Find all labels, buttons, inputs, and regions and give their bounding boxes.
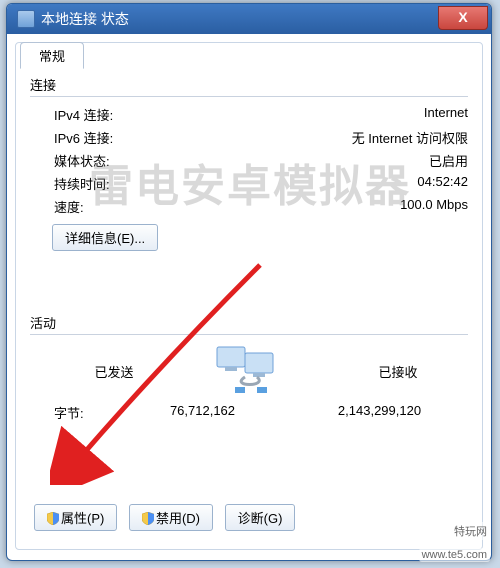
tab-content: 连接 IPv4 连接: Internet IPv6 连接: 无 Internet… bbox=[24, 69, 474, 541]
activity-header: 已发送 已接收 bbox=[30, 341, 468, 401]
media-label: 媒体状态: bbox=[54, 151, 110, 170]
close-button[interactable]: X bbox=[438, 6, 488, 30]
diagnose-button[interactable]: 诊断(G) bbox=[225, 504, 296, 531]
recv-label: 已接收 bbox=[328, 362, 468, 381]
connection-icon bbox=[17, 10, 35, 28]
ipv4-row: IPv4 连接: Internet bbox=[30, 103, 468, 126]
speed-row: 速度: 100.0 Mbps bbox=[30, 195, 468, 218]
sent-label: 已发送 bbox=[54, 362, 174, 381]
window-body: 常规 连接 IPv4 连接: Internet IPv6 连接: 无 Inter… bbox=[15, 42, 483, 550]
corner-wm-1: 特玩网 bbox=[454, 526, 487, 538]
bytes-label: 字节: bbox=[54, 403, 114, 422]
action-buttons: 属性(P) 禁用(D) 诊断(G) bbox=[30, 498, 299, 531]
corner-wm-2: www.te5.com bbox=[422, 549, 487, 561]
connection-group: 连接 IPv4 连接: Internet IPv6 连接: 无 Internet… bbox=[24, 75, 474, 265]
shield-icon bbox=[142, 512, 154, 525]
shield-icon bbox=[47, 512, 59, 525]
activity-group: 活动 已发送 bbox=[24, 313, 474, 438]
ipv4-label: IPv4 连接: bbox=[54, 105, 113, 124]
properties-label: 属性(P) bbox=[61, 511, 104, 526]
corner-watermark: 特玩网 bbox=[451, 522, 490, 540]
status-dialog: 本地连接 状态 X 常规 连接 IPv4 连接: Internet IPv6 连… bbox=[6, 3, 492, 561]
tab-general[interactable]: 常规 bbox=[20, 42, 84, 69]
duration-value: 04:52:42 bbox=[417, 174, 468, 193]
ipv6-value: 无 Internet 访问权限 bbox=[352, 128, 468, 147]
bytes-row: 字节: 76,712,162 2,143,299,120 bbox=[30, 401, 468, 424]
properties-button[interactable]: 属性(P) bbox=[34, 504, 117, 531]
titlebar: 本地连接 状态 X bbox=[7, 4, 491, 34]
diagnose-label: 诊断(G) bbox=[238, 511, 283, 526]
activity-group-title: 活动 bbox=[30, 313, 468, 332]
media-row: 媒体状态: 已启用 bbox=[30, 149, 468, 172]
divider bbox=[30, 334, 468, 335]
recv-bytes: 2,143,299,120 bbox=[291, 403, 468, 422]
speed-label: 速度: bbox=[54, 197, 84, 216]
disable-button[interactable]: 禁用(D) bbox=[129, 504, 213, 531]
media-value: 已启用 bbox=[429, 151, 468, 170]
duration-label: 持续时间: bbox=[54, 174, 110, 193]
disable-label: 禁用(D) bbox=[156, 511, 200, 526]
tab-strip: 常规 bbox=[20, 42, 84, 68]
ipv6-label: IPv6 连接: bbox=[54, 128, 113, 147]
duration-row: 持续时间: 04:52:42 bbox=[30, 172, 468, 195]
window-title: 本地连接 状态 bbox=[41, 9, 129, 29]
divider bbox=[30, 96, 468, 97]
speed-value: 100.0 Mbps bbox=[400, 197, 468, 216]
connection-group-title: 连接 bbox=[30, 75, 468, 94]
ipv6-row: IPv6 连接: 无 Internet 访问权限 bbox=[30, 126, 468, 149]
sent-bytes: 76,712,162 bbox=[114, 403, 291, 422]
network-traffic-icon bbox=[209, 343, 293, 399]
ipv4-value: Internet bbox=[424, 105, 468, 124]
details-button[interactable]: 详细信息(E)... bbox=[52, 224, 158, 251]
corner-watermark-url: www.te5.com bbox=[419, 548, 490, 562]
